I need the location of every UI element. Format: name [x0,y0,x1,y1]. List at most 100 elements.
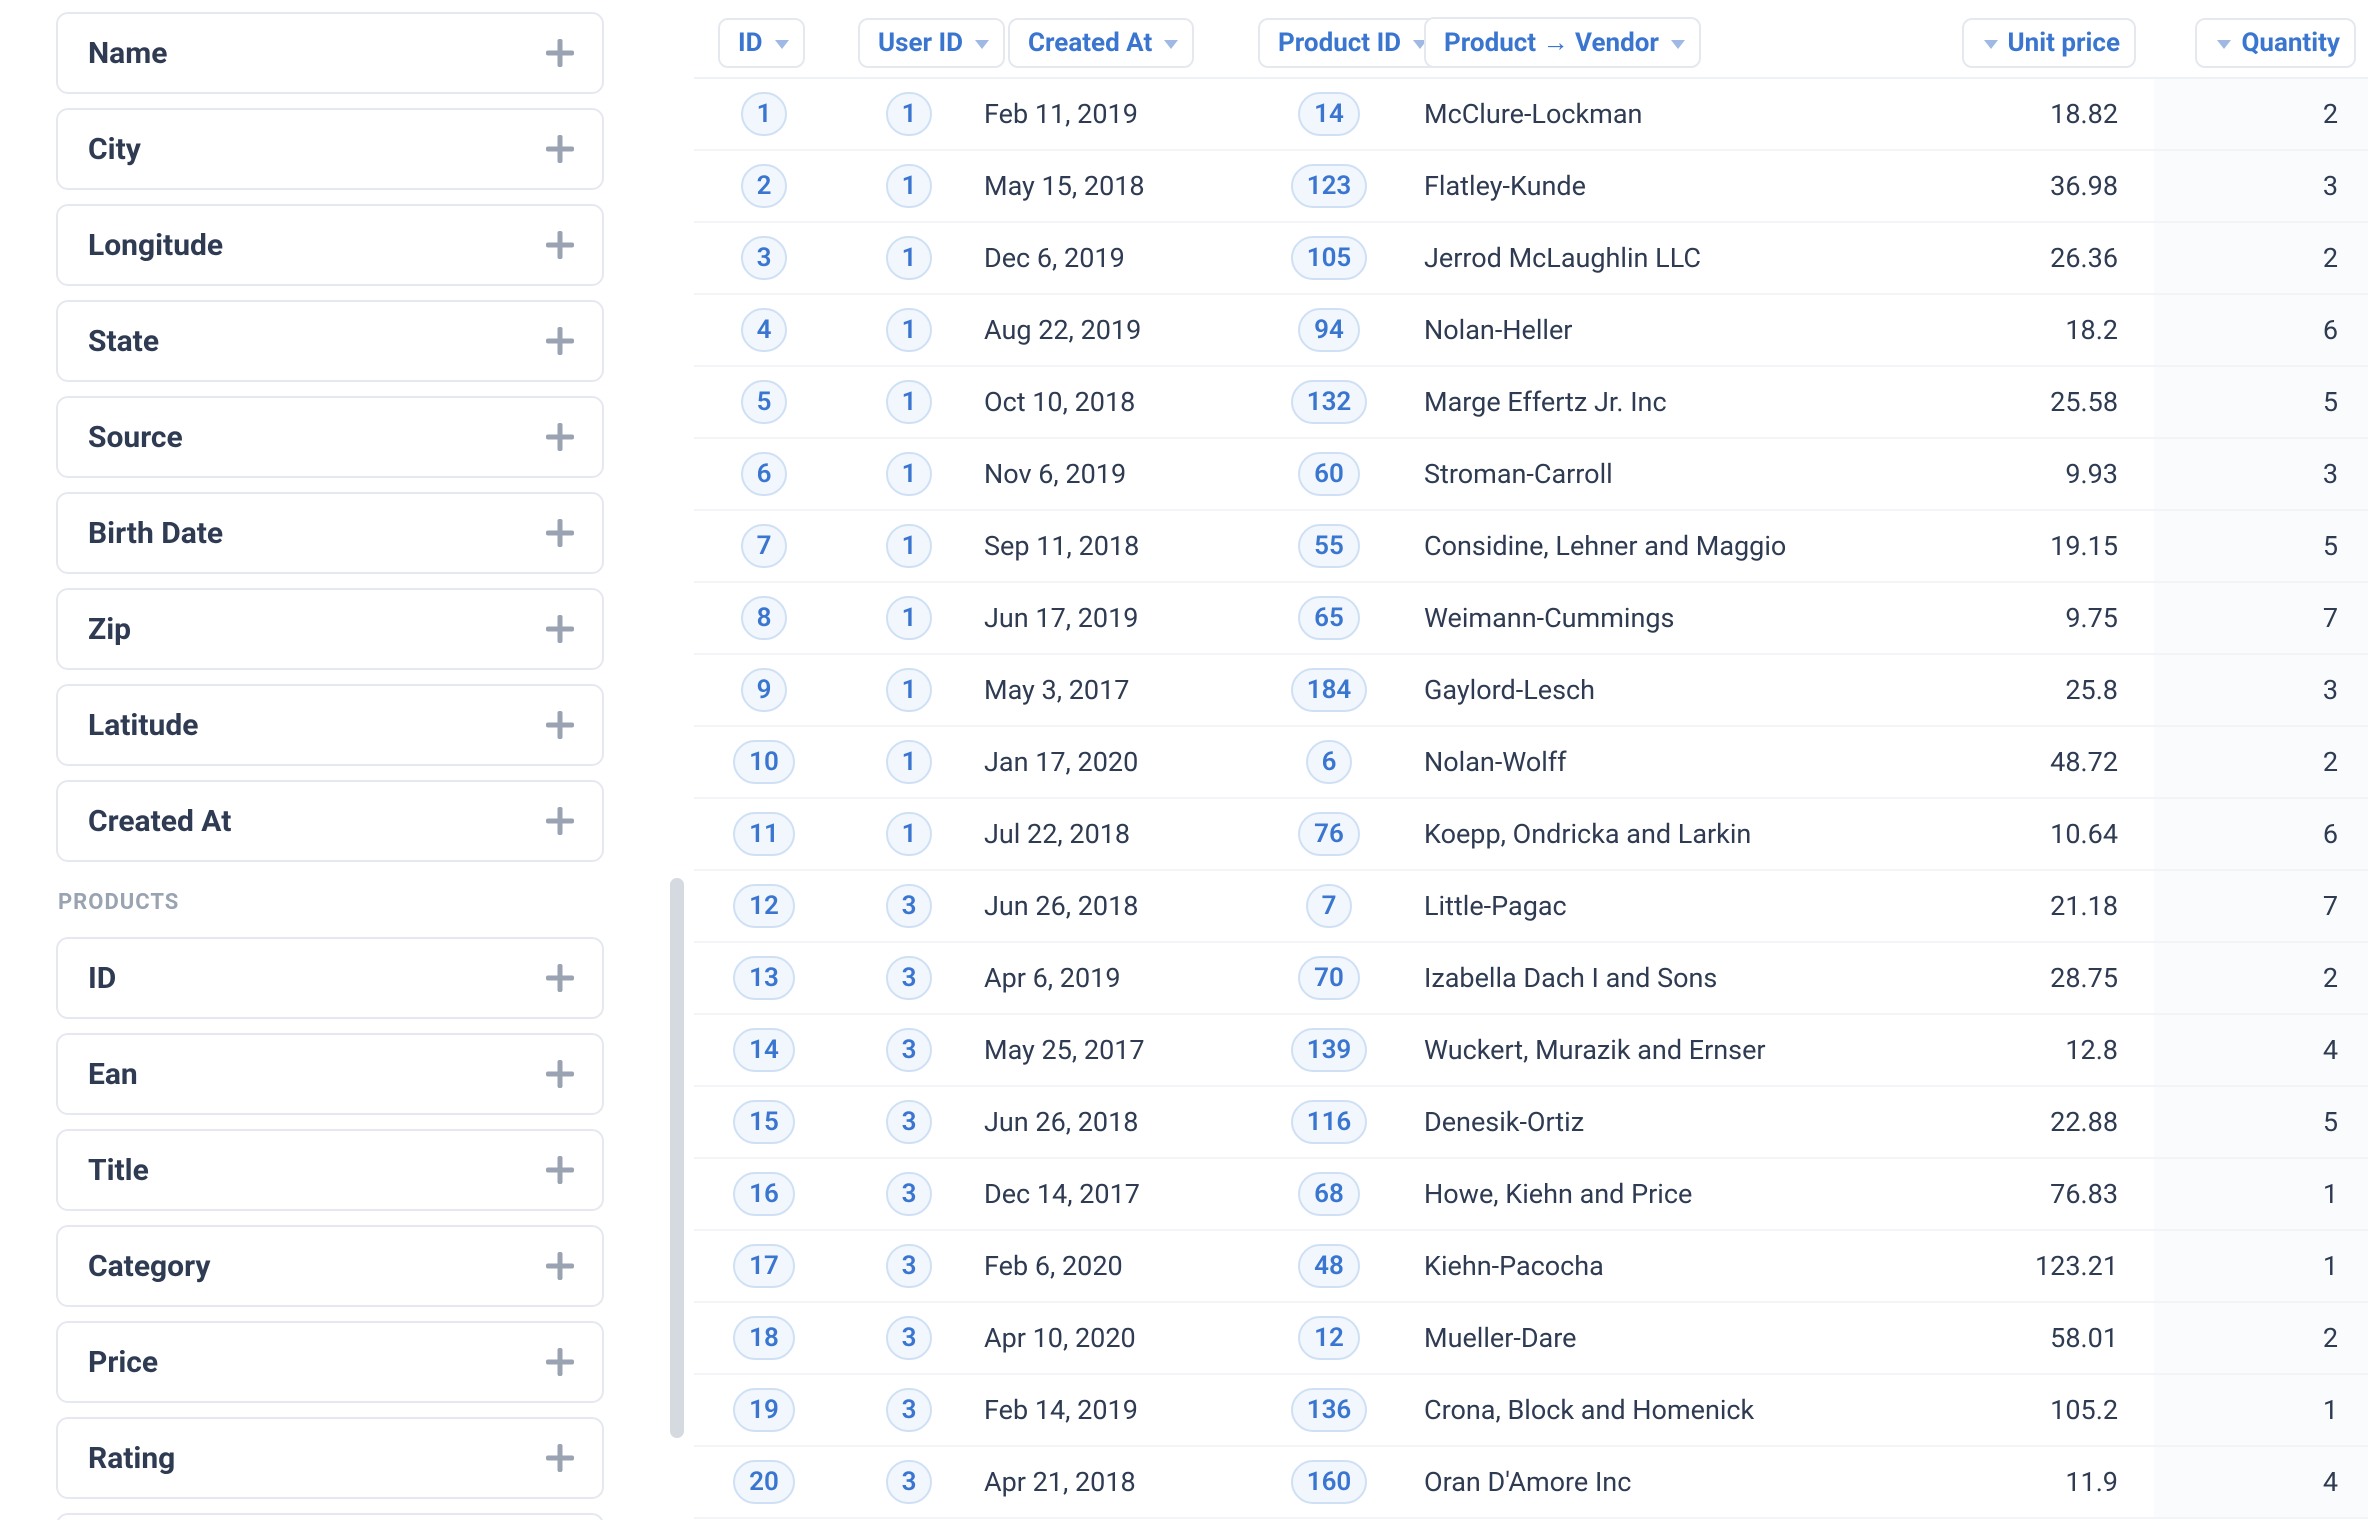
filter-item-products-created-at[interactable]: Created At [56,1513,604,1520]
cell-quantity: 2 [2154,942,2368,1014]
filter-item-city[interactable]: City [56,108,604,190]
filter-item-zip[interactable]: Zip [56,588,604,670]
cell-user-id-badge[interactable]: 3 [886,1172,933,1216]
filter-item-longitude[interactable]: Longitude [56,204,604,286]
cell-id-badge[interactable]: 6 [741,452,788,496]
cell-id-badge[interactable]: 17 [733,1244,795,1288]
cell-product-id-badge[interactable]: 136 [1291,1388,1368,1432]
cell-id-badge[interactable]: 1 [741,92,788,136]
cell-created-at: Dec 14, 2017 [984,1158,1234,1230]
cell-user-id-badge[interactable]: 1 [886,236,933,280]
plus-icon [546,1444,574,1472]
cell-product-id-badge[interactable]: 55 [1298,524,1360,568]
filter-item-products-price[interactable]: Price [56,1321,604,1403]
cell-user-id-badge[interactable]: 3 [886,1028,933,1072]
cell-id-badge[interactable]: 13 [733,956,795,1000]
cell-product-id-badge[interactable]: 116 [1291,1100,1368,1144]
cell-created-at: Apr 6, 2019 [984,942,1234,1014]
cell-product-id-badge[interactable]: 70 [1298,956,1360,1000]
cell-id-badge[interactable]: 18 [733,1316,795,1360]
cell-user-id-badge[interactable]: 1 [886,812,933,856]
cell-product-id-badge[interactable]: 60 [1298,452,1360,496]
column-header-quantity[interactable]: Quantity [2195,18,2356,68]
cell-product-id-badge[interactable]: 132 [1291,380,1368,424]
cell-user-id-badge[interactable]: 3 [886,1460,933,1504]
sidebar-section-products: PRODUCTS [58,890,604,915]
filter-item-label: City [88,132,141,167]
cell-user-id-badge[interactable]: 1 [886,380,933,424]
cell-id-badge[interactable]: 7 [741,524,788,568]
cell-id-badge[interactable]: 2 [741,164,788,208]
cell-user-id-badge[interactable]: 3 [886,1388,933,1432]
cell-product-id-badge[interactable]: 12 [1298,1316,1360,1360]
table-row: 143May 25, 2017139Wuckert, Murazik and E… [694,1014,2368,1086]
cell-created-at: Sep 11, 2018 [984,510,1234,582]
cell-quantity: 2 [2154,1302,2368,1374]
cell-product-id-badge[interactable]: 68 [1298,1172,1360,1216]
cell-vendor: Izabella Dach I and Sons [1424,942,1894,1014]
filter-item-products-rating[interactable]: Rating [56,1417,604,1499]
cell-product-id-badge[interactable]: 76 [1298,812,1360,856]
filter-item-latitude[interactable]: Latitude [56,684,604,766]
cell-product-id-badge[interactable]: 139 [1291,1028,1368,1072]
cell-product-id-badge[interactable]: 184 [1291,668,1368,712]
cell-id-badge[interactable]: 5 [741,380,788,424]
column-header-product-id[interactable]: Product ID [1258,18,1443,68]
cell-product-id-badge[interactable]: 123 [1291,164,1368,208]
column-header-vendor[interactable]: Product → Vendor [1424,17,1701,68]
cell-product-id-badge[interactable]: 105 [1291,236,1368,280]
filter-item-created-at[interactable]: Created At [56,780,604,862]
cell-product-id-badge[interactable]: 14 [1298,92,1360,136]
cell-user-id-badge[interactable]: 3 [886,884,933,928]
cell-user-id-badge[interactable]: 3 [886,1244,933,1288]
cell-unit-price: 12.8 [1894,1014,2154,1086]
table-row: 123Jun 26, 20187Little-Pagac21.187 [694,870,2368,942]
cell-user-id-badge[interactable]: 1 [886,92,933,136]
cell-user-id-badge[interactable]: 1 [886,740,933,784]
cell-id-badge[interactable]: 20 [733,1460,795,1504]
cell-user-id-badge[interactable]: 1 [886,308,933,352]
column-header-id[interactable]: ID [718,18,805,68]
cell-user-id-badge[interactable]: 1 [886,524,933,568]
cell-user-id-badge[interactable]: 1 [886,668,933,712]
sidebar-scrollbar[interactable] [660,0,694,1520]
cell-user-id-badge[interactable]: 3 [886,956,933,1000]
cell-vendor: Kiehn-Pacocha [1424,1230,1894,1302]
cell-quantity: 5 [2154,366,2368,438]
filter-item-source[interactable]: Source [56,396,604,478]
cell-user-id-badge[interactable]: 3 [886,1316,933,1360]
cell-user-id-badge[interactable]: 1 [886,596,933,640]
column-header-unit-price[interactable]: Unit price [1962,18,2136,68]
cell-unit-price: 25.58 [1894,366,2154,438]
cell-id-badge[interactable]: 19 [733,1388,795,1432]
cell-product-id-badge[interactable]: 65 [1298,596,1360,640]
cell-product-id-badge[interactable]: 48 [1298,1244,1360,1288]
table-row: 153Jun 26, 2018116Denesik-Ortiz22.885 [694,1086,2368,1158]
cell-id-badge[interactable]: 10 [733,740,795,784]
filter-item-products-ean[interactable]: Ean [56,1033,604,1115]
filter-item-products-id[interactable]: ID [56,937,604,1019]
cell-id-badge[interactable]: 12 [733,884,795,928]
cell-id-badge[interactable]: 11 [733,812,795,856]
cell-id-badge[interactable]: 16 [733,1172,795,1216]
cell-id-badge[interactable]: 4 [741,308,788,352]
cell-id-badge[interactable]: 14 [733,1028,795,1072]
filter-item-state[interactable]: State [56,300,604,382]
cell-id-badge[interactable]: 8 [741,596,788,640]
cell-user-id-badge[interactable]: 1 [886,452,933,496]
cell-product-id-badge[interactable]: 6 [1306,740,1353,784]
filter-item-products-title[interactable]: Title [56,1129,604,1211]
filter-item-name[interactable]: Name [56,12,604,94]
cell-id-badge[interactable]: 3 [741,236,788,280]
cell-user-id-badge[interactable]: 1 [886,164,933,208]
cell-id-badge[interactable]: 15 [733,1100,795,1144]
cell-product-id-badge[interactable]: 7 [1306,884,1353,928]
cell-id-badge[interactable]: 9 [741,668,788,712]
column-header-created-at[interactable]: Created At [1008,18,1194,68]
column-header-user-id[interactable]: User ID [858,18,1005,68]
cell-user-id-badge[interactable]: 3 [886,1100,933,1144]
filter-item-birth-date[interactable]: Birth Date [56,492,604,574]
cell-product-id-badge[interactable]: 160 [1291,1460,1368,1504]
filter-item-products-category[interactable]: Category [56,1225,604,1307]
cell-product-id-badge[interactable]: 94 [1298,308,1360,352]
